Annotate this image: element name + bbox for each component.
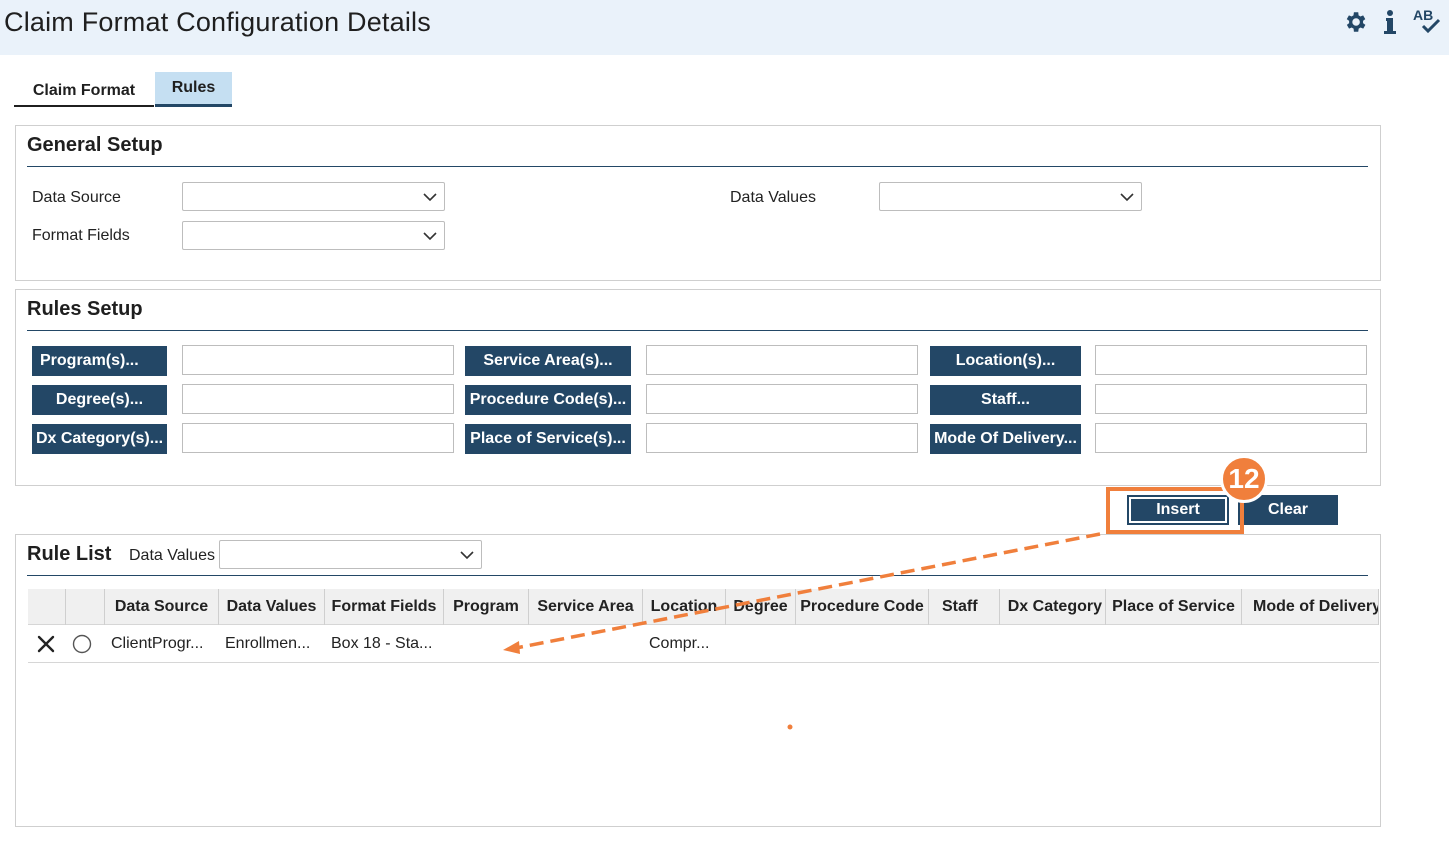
places-of-service-button[interactable]: Place of Service(s)... bbox=[465, 424, 631, 454]
service-areas-button[interactable]: Service Area(s)... bbox=[465, 346, 631, 376]
rules-setup-title: Rules Setup bbox=[27, 298, 143, 320]
column-header-service-area[interactable]: Service Area bbox=[529, 589, 643, 625]
cell-format-fields: Box 18 - Sta... bbox=[331, 635, 433, 652]
column-header-procedure-code[interactable]: Procedure Code bbox=[796, 589, 929, 625]
data-source-label: Data Source bbox=[32, 189, 121, 206]
tab-claim-format[interactable]: Claim Format bbox=[14, 72, 154, 107]
places-of-service-input[interactable] bbox=[646, 423, 918, 453]
programs-input[interactable] bbox=[182, 345, 454, 375]
rules-setup-panel: Rules Setup Program(s)... Service Area(s… bbox=[15, 289, 1381, 486]
rule-list-panel: Rule List Data Values Data Source Data V… bbox=[15, 534, 1381, 827]
chevron-down-icon bbox=[459, 547, 475, 568]
column-header-data-values[interactable]: Data Values bbox=[219, 589, 325, 625]
title-bar: Claim Format Configuration Details AB bbox=[0, 0, 1449, 55]
data-values-label: Data Values bbox=[730, 189, 816, 206]
degrees-input[interactable] bbox=[182, 384, 454, 414]
service-areas-input[interactable] bbox=[646, 345, 918, 375]
grid-header: Data Source Data Values Format Fields Pr… bbox=[28, 589, 1379, 625]
column-header-staff[interactable]: Staff bbox=[929, 589, 1000, 625]
chevron-down-icon bbox=[422, 228, 438, 249]
format-fields-label: Format Fields bbox=[32, 227, 130, 244]
delete-row-icon[interactable] bbox=[36, 634, 56, 659]
rule-list-data-values-select[interactable] bbox=[219, 540, 482, 569]
page-title: Claim Format Configuration Details bbox=[4, 7, 431, 37]
dx-categories-button[interactable]: Dx Category(s)... bbox=[32, 424, 167, 454]
spellcheck-label: AB bbox=[1413, 7, 1433, 23]
rule-list-data-values-label: Data Values bbox=[129, 547, 215, 564]
format-fields-select[interactable] bbox=[182, 221, 445, 250]
info-icon[interactable] bbox=[1382, 9, 1398, 40]
cell-data-values: Enrollmen... bbox=[225, 635, 311, 652]
insert-button[interactable]: Insert bbox=[1127, 495, 1229, 525]
column-header-data-source[interactable]: Data Source bbox=[105, 589, 219, 625]
gear-icon[interactable] bbox=[1342, 9, 1368, 40]
column-header-program[interactable]: Program bbox=[444, 589, 529, 625]
chevron-down-icon bbox=[1119, 189, 1135, 210]
mode-of-delivery-button[interactable]: Mode Of Delivery... bbox=[930, 424, 1081, 454]
data-source-select[interactable] bbox=[182, 182, 445, 211]
column-header-select bbox=[66, 589, 105, 625]
step-number: 12 bbox=[1228, 463, 1260, 494]
procedure-codes-input[interactable] bbox=[646, 384, 918, 414]
locations-button[interactable]: Location(s)... bbox=[930, 346, 1081, 376]
divider bbox=[27, 330, 1368, 331]
table-row: ClientProgr... Enrollmen... Box 18 - Sta… bbox=[28, 626, 1379, 663]
column-header-degree[interactable]: Degree bbox=[726, 589, 796, 625]
programs-button[interactable]: Program(s)... bbox=[32, 346, 167, 376]
divider bbox=[27, 575, 1368, 576]
tab-rules[interactable]: Rules bbox=[155, 72, 232, 107]
staff-button[interactable]: Staff... bbox=[930, 385, 1081, 415]
column-header-place-of-service[interactable]: Place of Service bbox=[1106, 589, 1242, 625]
column-header-delete bbox=[28, 589, 66, 625]
degrees-button[interactable]: Degree(s)... bbox=[32, 385, 167, 415]
dx-categories-input[interactable] bbox=[182, 423, 454, 453]
column-header-dx-category[interactable]: Dx Category bbox=[1000, 589, 1106, 625]
column-header-location[interactable]: Location bbox=[643, 589, 726, 625]
mode-of-delivery-input[interactable] bbox=[1095, 423, 1367, 453]
row-select-radio[interactable] bbox=[72, 634, 92, 659]
spellcheck-icon[interactable]: AB bbox=[1411, 6, 1443, 41]
chevron-down-icon bbox=[422, 189, 438, 210]
staff-input[interactable] bbox=[1095, 384, 1367, 414]
general-setup-panel: General Setup Data Source Format Fields … bbox=[15, 125, 1381, 281]
divider bbox=[27, 166, 1368, 167]
locations-input[interactable] bbox=[1095, 345, 1367, 375]
cell-location: Compr... bbox=[649, 635, 710, 652]
column-header-format-fields[interactable]: Format Fields bbox=[325, 589, 444, 625]
cell-data-source: ClientProgr... bbox=[111, 635, 204, 652]
step-badge: 12 bbox=[1220, 455, 1268, 503]
column-header-mode-of-delivery[interactable]: Mode of Delivery bbox=[1242, 589, 1379, 625]
data-values-select[interactable] bbox=[879, 182, 1142, 211]
procedure-codes-button[interactable]: Procedure Code(s)... bbox=[465, 385, 631, 415]
general-setup-title: General Setup bbox=[27, 134, 163, 156]
rule-list-title: Rule List bbox=[27, 543, 112, 565]
